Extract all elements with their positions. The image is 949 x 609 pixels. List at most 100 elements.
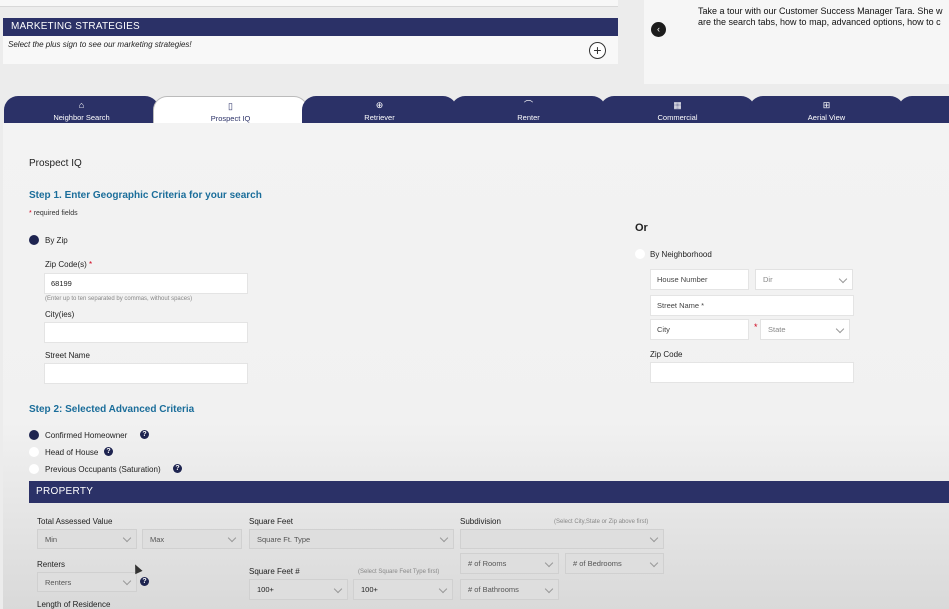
house-number-input[interactable]: House Number — [650, 269, 749, 290]
square-ft-type-value: Square Ft. Type — [257, 534, 311, 544]
property-header: PROPERTY — [29, 481, 949, 503]
zip-label: Zip Code(s) * — [45, 260, 92, 269]
zip-input[interactable]: 68199 — [44, 273, 248, 294]
total-assessed-value-label: Total Assessed Value — [37, 517, 113, 526]
phone-icon: ▯ — [228, 101, 233, 111]
state-required-mark: * — [754, 322, 758, 332]
confirmed-homeowner-radio[interactable] — [29, 430, 39, 440]
chevron-down-icon — [439, 533, 449, 543]
subdivision-select[interactable] — [460, 529, 664, 549]
head-of-house-label: Head of House — [45, 448, 99, 457]
tab-aerial-view[interactable]: ⊞ Aerial View — [749, 96, 904, 124]
by-neighborhood-label: By Neighborhood — [650, 250, 712, 259]
top-strip — [0, 0, 618, 7]
tour-line-1: Take a tour with our Customer Success Ma… — [698, 6, 943, 16]
required-mark: * — [29, 210, 32, 217]
tab-label: Prospect IQ — [210, 114, 251, 123]
help-icon[interactable]: ? — [140, 577, 149, 586]
plus-icon[interactable]: + — [589, 42, 606, 59]
dir-select[interactable]: Dir — [755, 269, 853, 290]
sqft-to-value: 100+ — [361, 585, 378, 594]
square-feet-num-help: (Select Square Feet Type first) — [358, 569, 440, 575]
tab-prospect-iq[interactable]: ▯ Prospect IQ — [153, 96, 308, 124]
state-select-value: State — [768, 325, 786, 334]
city-label: City(ies) — [45, 310, 75, 319]
required-note-text: required fields — [33, 210, 78, 217]
sqft-from-select[interactable]: 100+ — [249, 579, 348, 600]
zip-code-label: Zip Code — [650, 350, 683, 359]
min-value-select[interactable]: Min — [37, 529, 137, 549]
marketing-header: MARKETING STRATEGIES — [3, 18, 618, 36]
neighborhood-city-input[interactable]: City — [650, 319, 749, 340]
previous-occupants-label: Previous Occupants (Saturation) — [45, 465, 161, 474]
renters-select[interactable]: Renters — [37, 572, 137, 592]
home-icon: ⌂ — [78, 100, 85, 110]
tab-commercial[interactable]: ▦ Commercial — [600, 96, 755, 124]
tour-line-2: are the search tabs, how to map, advance… — [698, 17, 941, 27]
street-name-input[interactable]: Street Name * — [650, 295, 854, 316]
square-ft-type-select[interactable]: Square Ft. Type — [249, 529, 454, 549]
tab-retriever[interactable]: ⊕ Retriever — [302, 96, 457, 124]
square-feet-num-label: Square Feet # — [249, 567, 300, 576]
chevron-down-icon — [649, 558, 659, 567]
rooms-select[interactable]: # of Rooms — [460, 553, 559, 574]
street-input[interactable] — [44, 363, 248, 384]
tab-more[interactable] — [898, 96, 949, 124]
sqft-from-value: 100+ — [257, 585, 274, 594]
head-of-house-radio[interactable] — [29, 447, 39, 457]
page-title: Prospect IQ — [29, 158, 82, 169]
chevron-down-icon — [835, 324, 845, 333]
help-icon[interactable]: ? — [104, 447, 113, 456]
download-icon: ⊕ — [375, 100, 384, 110]
rooms-value: # of Rooms — [468, 559, 507, 568]
or-label: Or — [635, 222, 648, 234]
help-icon[interactable]: ? — [140, 430, 149, 439]
zip-label-text: Zip Code(s) — [45, 260, 87, 269]
chevron-down-icon — [227, 533, 237, 543]
zip-help: (Enter up to ten separated by commas, wi… — [45, 296, 193, 302]
max-value-select[interactable]: Max — [142, 529, 242, 549]
chevron-down-icon — [544, 584, 554, 593]
state-select[interactable]: State — [760, 319, 850, 340]
bathrooms-select[interactable]: # of Bathrooms — [460, 579, 559, 600]
chevron-down-icon — [333, 584, 343, 593]
tab-renter[interactable]: ⌒ Renter — [451, 96, 606, 124]
min-value: Min — [45, 534, 58, 544]
tab-label: Retriever — [364, 113, 395, 122]
renters-label: Renters — [37, 560, 66, 569]
chevron-down-icon — [122, 533, 132, 543]
chevron-left-icon[interactable]: ‹ — [651, 22, 666, 37]
chevron-down-icon — [122, 576, 132, 586]
neighborhood-zip-input[interactable] — [650, 362, 854, 383]
building-icon: ▦ — [673, 100, 682, 110]
by-neighborhood-radio[interactable] — [635, 249, 645, 259]
tour-text: Take a tour with our Customer Success Ma… — [698, 6, 949, 28]
previous-occupants-radio[interactable] — [29, 464, 39, 474]
by-zip-label: By Zip — [45, 236, 68, 245]
renters-value: Renters — [45, 577, 72, 587]
subdivision-help: (Select City,State or Zip above first) — [554, 519, 649, 525]
square-feet-label: Square Feet — [249, 517, 294, 526]
bedrooms-value: # of Bedrooms — [573, 559, 622, 568]
max-value: Max — [150, 534, 165, 544]
shoe-icon: ⌒ — [523, 100, 533, 110]
subdivision-label: Subdivision — [460, 517, 501, 526]
chevron-down-icon — [649, 533, 659, 543]
sqft-to-select[interactable]: 100+ — [353, 579, 453, 600]
tab-label: Renter — [517, 113, 540, 122]
dir-select-value: Dir — [763, 275, 773, 284]
step2-title: Step 2: Selected Advanced Criteria — [29, 404, 195, 415]
tab-label: Commercial — [657, 113, 698, 122]
zip-required-mark: * — [89, 260, 93, 269]
by-zip-radio[interactable] — [29, 235, 39, 245]
chevron-down-icon — [438, 584, 448, 593]
tab-neighbor-search[interactable]: ⌂ Neighbor Search — [4, 96, 159, 124]
chevron-down-icon — [544, 558, 554, 567]
city-input[interactable] — [44, 322, 248, 343]
tab-label: Neighbor Search — [53, 113, 110, 122]
tab-label: Aerial View — [807, 113, 846, 122]
required-note: * required fields — [29, 210, 78, 217]
length-of-residence-label: Length of Residence — [37, 600, 111, 609]
help-icon[interactable]: ? — [173, 464, 182, 473]
bedrooms-select[interactable]: # of Bedrooms — [565, 553, 664, 574]
